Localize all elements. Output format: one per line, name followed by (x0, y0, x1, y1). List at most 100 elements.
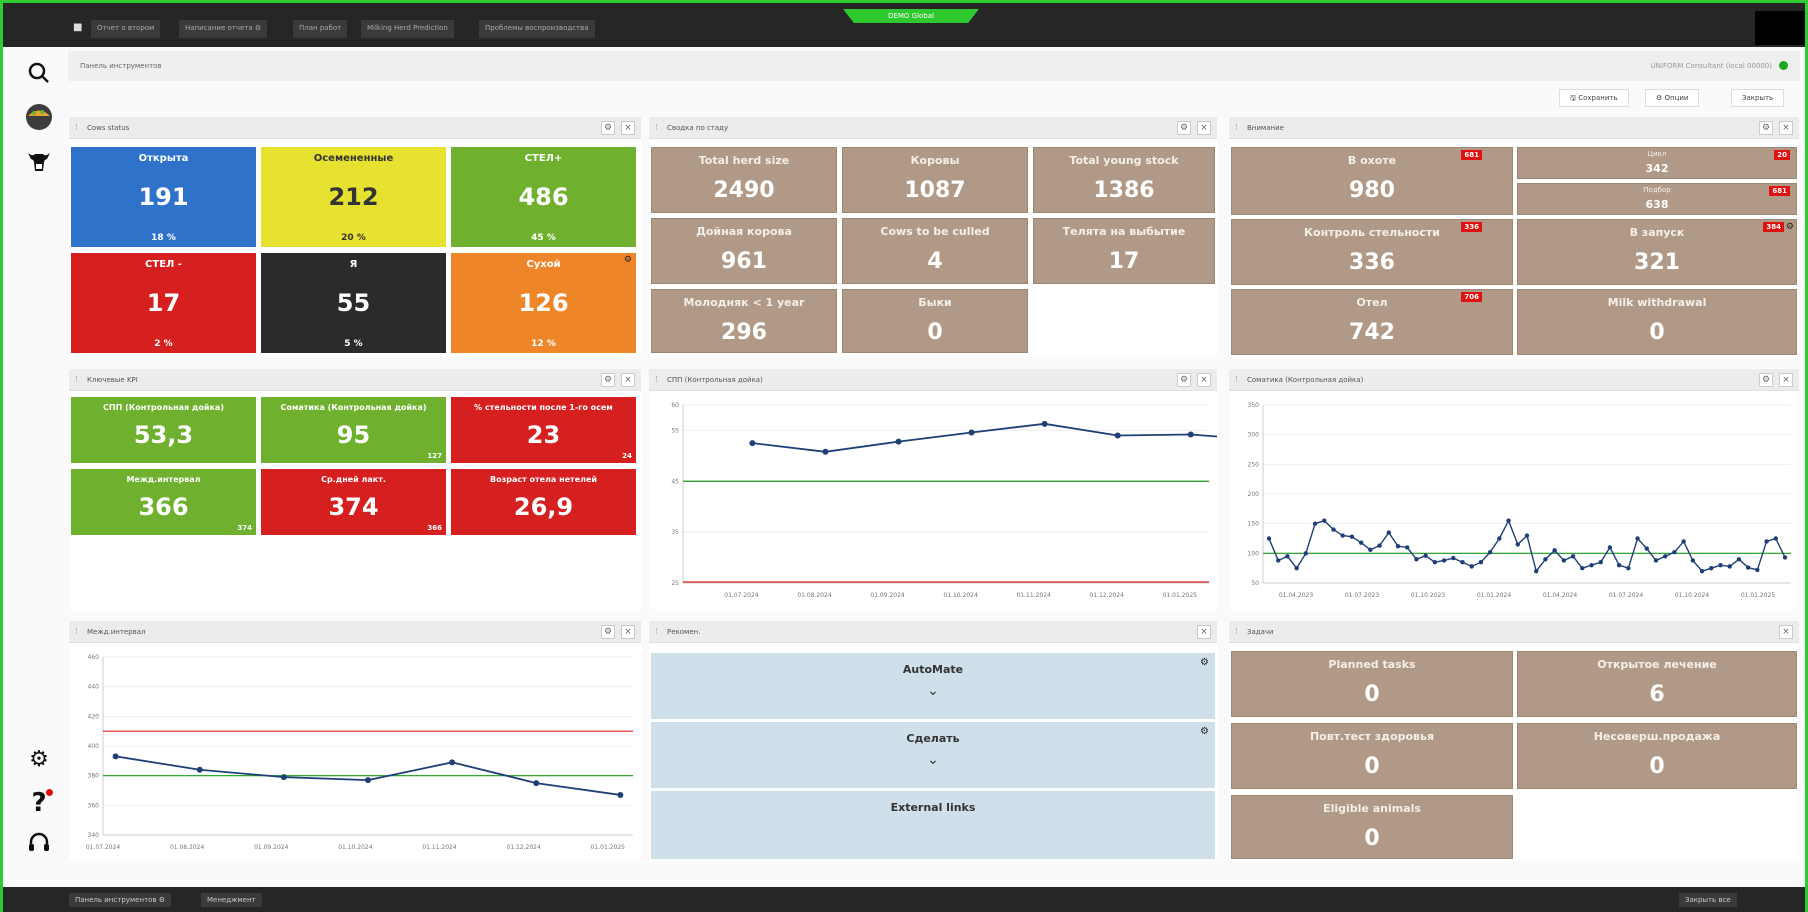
search-icon[interactable] (13, 53, 65, 93)
drag-handle-icon[interactable]: ⁝ (1235, 123, 1238, 133)
drag-handle-icon[interactable]: ⁝ (1235, 375, 1238, 385)
task-tile-planned[interactable]: Planned tasks 0 (1231, 651, 1513, 717)
herd-tile-culled[interactable]: Cows to be culled 4 (842, 218, 1028, 284)
close-icon[interactable]: × (621, 625, 635, 639)
drag-handle-icon[interactable]: ⁝ (655, 123, 658, 133)
tab-writing[interactable]: Написание отчета ⚙ (179, 20, 268, 38)
settings-icon[interactable]: ⚙ (1177, 373, 1191, 387)
task-tile-open-treatment[interactable]: Открытое лечение 6 (1517, 651, 1797, 717)
status-tile-open[interactable]: Открыта 191 18 % (71, 147, 256, 247)
data-point (1589, 563, 1594, 568)
save-button[interactable]: 🖫 Сохранить (1559, 89, 1629, 107)
footer-tab-management[interactable]: Менеджмент (201, 893, 262, 907)
attention-tile-cycle[interactable]: Цикл 342 20 (1517, 147, 1797, 179)
tab-repro-problems[interactable]: Проблемы воспроизводства (479, 20, 595, 38)
tab-report[interactable]: Отчет о втором (91, 20, 161, 38)
drag-handle-icon[interactable]: ⁝ (1235, 627, 1238, 637)
kpi-tile-spp[interactable]: СПП (Контрольная дойка) 53,3 (71, 397, 256, 463)
panel-header[interactable]: ⁝ Cows status ⚙ × (69, 117, 641, 139)
panel-header[interactable]: ⁝ Рекомен. × (649, 621, 1217, 643)
tab-plan[interactable]: План работ (293, 20, 348, 38)
close-icon[interactable]: × (1779, 121, 1793, 135)
data-point (1312, 521, 1318, 526)
spp-chart-panel: ⁝ СПП (Контрольная дойка) ⚙ × 25 35 45 55 60 01.… (649, 369, 1217, 609)
attention-tile-dry-off[interactable]: В запуск 321 384 ⚙ (1517, 219, 1797, 285)
herd-tile-bulls[interactable]: Быки 0 (842, 289, 1028, 353)
settings-icon[interactable]: ⚙ (601, 625, 615, 639)
close-all-button[interactable]: Закрыть все (1679, 893, 1737, 907)
status-tile-dry[interactable]: Сухой 126 12 % ⚙ (451, 253, 636, 353)
data-point (1524, 533, 1530, 538)
tab-milking-prediction[interactable]: Milking Herd Prediction (361, 20, 454, 38)
settings-icon[interactable]: ⚙ (601, 121, 615, 135)
drag-handle-icon[interactable]: ⁝ (75, 375, 78, 385)
status-tile-pregnant[interactable]: СТЕЛ+ 486 45 % (451, 147, 636, 247)
cow-icon[interactable] (13, 141, 65, 181)
settings-icon[interactable]: ⚙ (1759, 373, 1773, 387)
panel-header[interactable]: ⁝ Сводка по стаду ⚙ × (649, 117, 1217, 139)
task-tile-health-retest[interactable]: Повт.тест здоровья 0 (1231, 723, 1513, 789)
herd-tile-calves-out[interactable]: Телята на выбытие 17 (1033, 218, 1215, 284)
panel-header[interactable]: ⁝ Межд.интервал ⚙ × (69, 621, 641, 643)
panel-header[interactable]: ⁝ Соматика (Контрольная дойка) ⚙ × (1229, 369, 1799, 391)
user-name[interactable]: UNIFORM Consultant (local 00000) (1651, 62, 1772, 70)
drag-handle-icon[interactable]: ⁝ (75, 627, 78, 637)
recommendation-todo[interactable]: Сделать ⌄ ⚙ (651, 722, 1215, 788)
attention-tile-heat[interactable]: В охоте 980 681 (1231, 147, 1513, 215)
close-icon[interactable]: × (1779, 373, 1793, 387)
close-dashboard-button[interactable]: Закрыть (1731, 89, 1785, 107)
gear-icon[interactable]: ⚙ (1200, 657, 1209, 668)
kpi-tile-somatic[interactable]: Соматика (Контрольная дойка) 95 127 (261, 397, 446, 463)
close-icon[interactable]: × (1779, 625, 1793, 639)
kpi-tile-avg-dim[interactable]: Ср.дней лакт. 374 366 (261, 469, 446, 535)
herd-tile-total[interactable]: Total herd size 2490 (651, 147, 837, 213)
drag-handle-icon[interactable]: ⁝ (75, 123, 78, 133)
herd-tile-cows[interactable]: Коровы 1087 (842, 147, 1028, 213)
feed-icon[interactable] (13, 97, 65, 137)
panel-header[interactable]: ⁝ Задачи × (1229, 621, 1799, 643)
attention-tile-calving[interactable]: Отел 742 706 (1231, 289, 1513, 355)
status-tile-inseminated[interactable]: Осемененные 212 20 % (261, 147, 446, 247)
herd-tile-young[interactable]: Total young stock 1386 (1033, 147, 1215, 213)
tile-gear-icon[interactable]: ⚙ (624, 255, 632, 265)
herd-tile-youngstock[interactable]: Молодняк < 1 year 296 (651, 289, 837, 353)
kpi-tile-heifer-age[interactable]: Возраст отела нетелей 26,9 (451, 469, 636, 535)
bookmark-icon[interactable]: ■ (73, 22, 82, 33)
herd-tile-milking[interactable]: Дойная корова 961 (651, 218, 837, 284)
interval-line-chart: 340 360 380 400 420 440 460 01.07.2024 01.08.202… (86, 654, 633, 851)
drag-handle-icon[interactable]: ⁝ (655, 375, 658, 385)
gear-icon[interactable]: ⚙ (13, 739, 65, 779)
attention-tile-selection[interactable]: Подбор 638 681 (1517, 183, 1797, 215)
settings-icon[interactable]: ⚙ (1759, 121, 1773, 135)
status-tile-not-pregnant[interactable]: СТЕЛ - 17 2 % (71, 253, 256, 353)
footer-tab-dashboard[interactable]: Панель инструментов ⚙ (69, 893, 172, 907)
attention-tile-milk-withdrawal[interactable]: Milk withdrawal 0 (1517, 289, 1797, 355)
close-icon[interactable]: × (621, 121, 635, 135)
attention-tile-preg-check[interactable]: Контроль стельности 336 336 (1231, 219, 1513, 285)
chevron-down-icon[interactable]: ⌄ (651, 752, 1215, 768)
kpi-tile-calving-interval[interactable]: Межд.интервал 366 374 (71, 469, 256, 535)
close-icon[interactable]: × (1197, 121, 1211, 135)
tile-gear-icon[interactable]: ⚙ (1786, 222, 1794, 232)
panel-header[interactable]: ⁝ СПП (Контрольная дойка) ⚙ × (649, 369, 1217, 391)
chevron-down-icon[interactable]: ⌄ (651, 683, 1215, 699)
panel-header[interactable]: ⁝ Ключевые KPI ⚙ × (69, 369, 641, 391)
task-tile-eligible-animals[interactable]: Eligible animals 0 (1231, 795, 1513, 859)
status-tile-ya[interactable]: Я 55 5 % (261, 253, 446, 353)
settings-icon[interactable]: ⚙ (601, 373, 615, 387)
recommendation-automate[interactable]: AutoMate ⌄ ⚙ (651, 653, 1215, 719)
help-icon[interactable]: ? (13, 783, 65, 823)
gear-icon[interactable]: ⚙ (1200, 726, 1209, 737)
panel-header[interactable]: ⁝ Внимание ⚙ × (1229, 117, 1799, 139)
settings-icon[interactable]: ⚙ (1177, 121, 1191, 135)
drag-handle-icon[interactable]: ⁝ (655, 627, 658, 637)
close-icon[interactable]: × (1197, 625, 1211, 639)
options-button[interactable]: ⚙ Опции (1645, 89, 1700, 107)
recommendation-external-links[interactable]: External links (651, 791, 1215, 859)
close-icon[interactable]: × (1197, 373, 1211, 387)
kpi-tile-pregnancy-rate[interactable]: % стельности после 1-го осем 23 24 (451, 397, 636, 463)
headset-icon[interactable] (13, 823, 65, 863)
task-tile-incomplete-sale[interactable]: Несоверш.продажа 0 (1517, 723, 1797, 789)
close-icon[interactable]: × (621, 373, 635, 387)
panel-title: Cows status (87, 124, 130, 132)
